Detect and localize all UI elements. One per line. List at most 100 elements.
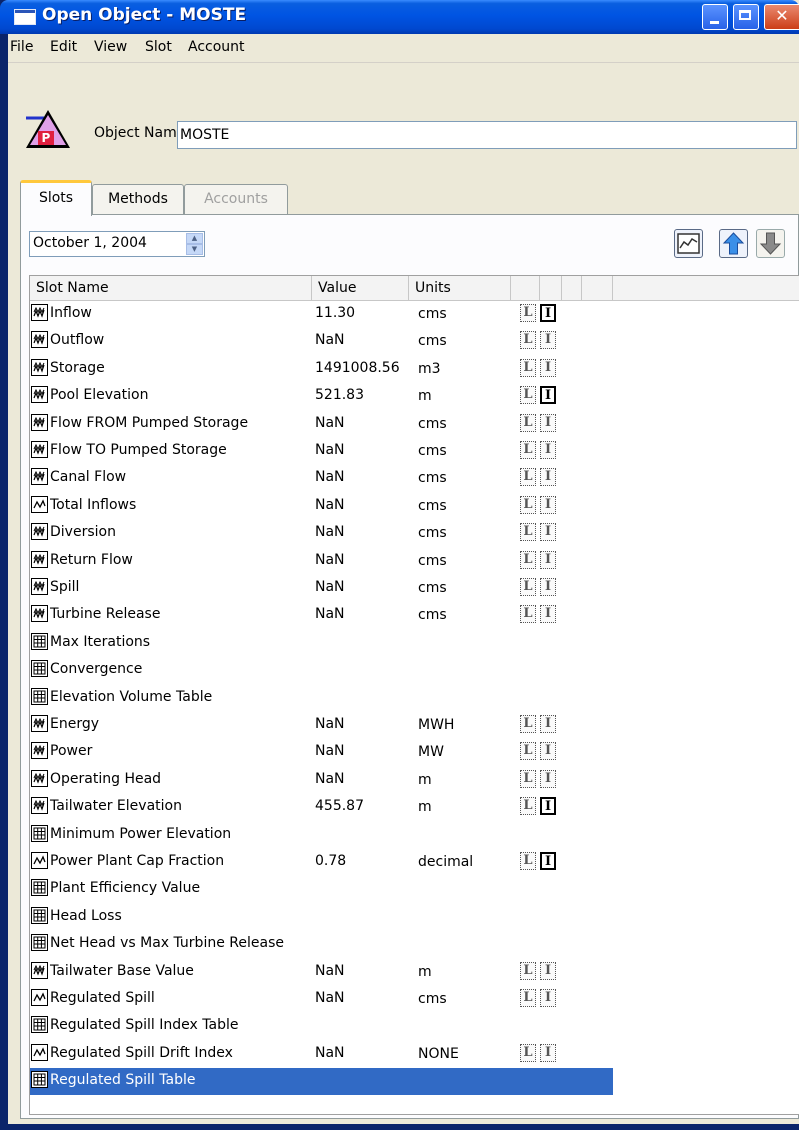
lock-flag-icon[interactable]: L (520, 550, 536, 569)
input-flag-icon[interactable]: I (540, 578, 556, 596)
date-field[interactable]: October 1, 2004 (29, 231, 205, 257)
column-header-flag-l[interactable] (540, 276, 562, 300)
input-flag-icon[interactable]: I (540, 989, 556, 1007)
lock-flag-icon[interactable]: L (520, 578, 536, 596)
menu-view[interactable]: View (94, 39, 127, 55)
column-header-spacer[interactable] (511, 276, 540, 300)
table-row[interactable]: Max Iterations (30, 630, 613, 657)
lock-flag-icon[interactable]: L (520, 961, 536, 980)
tab-slots[interactable]: Slots (20, 180, 92, 216)
series-icon (31, 331, 48, 349)
maximize-button[interactable] (733, 4, 759, 30)
table-row[interactable]: Turbine Release NaN cms L I (30, 602, 613, 629)
input-flag-icon[interactable]: I (540, 1043, 556, 1062)
table-row[interactable]: Outflow NaN cms L I (30, 328, 613, 355)
table-row[interactable]: Regulated Spill Table (30, 1068, 613, 1096)
column-header-extra[interactable] (582, 276, 613, 300)
object-name-field[interactable] (177, 121, 797, 149)
input-flag-icon[interactable]: I (540, 304, 556, 322)
input-flag-icon[interactable]: I (540, 797, 556, 816)
input-flag-icon[interactable]: I (540, 742, 556, 761)
slot-units: MW (418, 744, 444, 761)
lock-flag-icon[interactable]: L (520, 441, 536, 459)
lock-flag-icon[interactable]: L (520, 523, 536, 542)
input-flag-icon[interactable]: I (540, 468, 556, 487)
move-down-button[interactable] (756, 229, 785, 258)
table-row[interactable]: Head Loss (30, 904, 613, 931)
input-flag-icon[interactable]: I (540, 550, 556, 569)
title-bar[interactable]: Open Object - MOSTE ✕ (0, 0, 799, 34)
table-row[interactable]: Inflow 11.30 cms L I (30, 301, 613, 328)
tab-methods[interactable]: Methods (92, 184, 184, 214)
input-flag-icon[interactable]: I (540, 961, 556, 980)
menu-edit[interactable]: Edit (50, 39, 77, 55)
table-row[interactable]: Canal Flow NaN cms L I (30, 465, 613, 492)
input-flag-icon[interactable]: I (540, 441, 556, 459)
column-header-units[interactable]: Units (409, 276, 511, 300)
tab-accounts[interactable]: Accounts (184, 184, 288, 214)
input-flag-icon[interactable]: I (540, 413, 556, 432)
input-flag-icon[interactable]: I (540, 331, 556, 350)
table-row[interactable]: Power Plant Cap Fraction 0.78 decimal L I (30, 849, 613, 876)
input-flag-icon[interactable]: I (540, 386, 556, 405)
input-flag-icon[interactable]: I (540, 715, 556, 733)
input-flag-icon[interactable]: I (540, 523, 556, 542)
lock-flag-icon[interactable]: L (520, 742, 536, 761)
lock-flag-icon[interactable]: L (520, 413, 536, 432)
table-row[interactable]: Regulated Spill Index Table (30, 1013, 613, 1040)
input-flag-icon[interactable]: I (540, 358, 556, 377)
close-button[interactable]: ✕ (764, 4, 799, 30)
lock-flag-icon[interactable]: L (520, 989, 536, 1007)
table-row[interactable]: Pool Elevation 521.83 m L I (30, 383, 613, 410)
menu-account[interactable]: Account (188, 39, 245, 55)
table-row[interactable]: Total Inflows NaN cms L I (30, 493, 613, 520)
reservoir-object-icon: P (20, 108, 70, 148)
table-row[interactable]: Flow FROM Pumped Storage NaN cms L I (30, 411, 613, 438)
lock-flag-icon[interactable]: L (520, 495, 536, 514)
table-row[interactable]: Storage 1491008.56 m3 L I (30, 356, 613, 383)
move-up-button[interactable] (719, 229, 748, 258)
plot-button[interactable] (674, 229, 703, 258)
table-row[interactable]: Regulated Spill NaN cms L I (30, 986, 613, 1013)
column-header-flag-i[interactable] (562, 276, 582, 300)
table-row[interactable]: Convergence (30, 657, 613, 684)
table-row[interactable]: Operating Head NaN m L I (30, 767, 613, 794)
column-header-slot-name[interactable]: Slot Name (30, 276, 312, 300)
table-row[interactable]: Return Flow NaN cms L I (30, 548, 613, 575)
menu-slot[interactable]: Slot (145, 39, 172, 55)
lock-flag-icon[interactable]: L (520, 852, 536, 870)
lock-flag-icon[interactable]: L (520, 1043, 536, 1062)
lock-flag-icon[interactable]: L (520, 386, 536, 405)
table-row[interactable]: Power NaN MW L I (30, 739, 613, 766)
table-row[interactable]: Net Head vs Max Turbine Release (30, 931, 613, 958)
table-row[interactable]: Regulated Spill Drift Index NaN NONE L I (30, 1041, 613, 1068)
table-row[interactable]: Plant Efficiency Value (30, 876, 613, 903)
minimize-button[interactable] (702, 4, 728, 30)
input-flag-icon[interactable]: I (540, 605, 556, 624)
table-row[interactable]: Tailwater Base Value NaN m L I (30, 959, 613, 986)
input-flag-icon[interactable]: I (540, 769, 556, 788)
table-row[interactable]: Diversion NaN cms L I (30, 520, 613, 547)
table-row[interactable]: Minimum Power Elevation (30, 822, 613, 849)
lock-flag-icon[interactable]: L (520, 468, 536, 487)
lock-flag-icon[interactable]: L (520, 769, 536, 788)
spin-up-icon[interactable]: ▲ (186, 233, 203, 244)
table-row[interactable]: Flow TO Pumped Storage NaN cms L I (30, 438, 613, 465)
lock-flag-icon[interactable]: L (520, 304, 536, 322)
lock-flag-icon[interactable]: L (520, 358, 536, 377)
column-header-value[interactable]: Value (312, 276, 409, 300)
lock-flag-icon[interactable]: L (520, 331, 536, 350)
table-row[interactable]: Elevation Volume Table (30, 685, 613, 712)
table-row[interactable]: Energy NaN MWH L I (30, 712, 613, 739)
lock-flag-icon[interactable]: L (520, 605, 536, 624)
spin-down-icon[interactable]: ▼ (186, 244, 203, 255)
slot-name: Plant Efficiency Value (50, 880, 201, 897)
table-row[interactable]: Tailwater Elevation 455.87 m L I (30, 794, 613, 821)
table-row[interactable]: Spill NaN cms L I (30, 575, 613, 602)
date-spinner[interactable]: ▲ ▼ (186, 233, 203, 255)
menu-file[interactable]: File (10, 39, 33, 55)
input-flag-icon[interactable]: I (540, 852, 556, 870)
lock-flag-icon[interactable]: L (520, 715, 536, 733)
lock-flag-icon[interactable]: L (520, 797, 536, 816)
input-flag-icon[interactable]: I (540, 495, 556, 514)
